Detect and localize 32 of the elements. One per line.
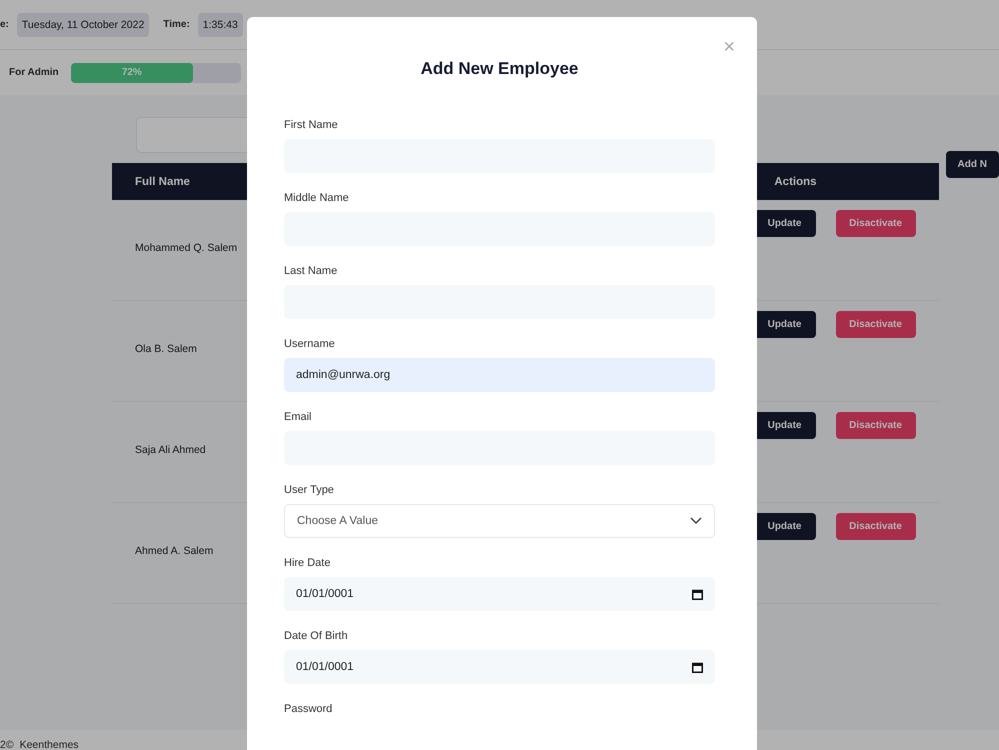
field-label: Date Of Birth <box>284 630 349 642</box>
input-field[interactable]: admin@unrwa.org <box>284 358 715 392</box>
table-cell: Saja Ali Ahmed <box>135 444 206 456</box>
table-cell: Ola B. Salem <box>135 343 197 355</box>
progress-reading: 72% <box>122 67 142 78</box>
date-field[interactable]: 01/01/0001 <box>284 650 715 684</box>
calendar-icon <box>692 662 703 672</box>
date-label: e: <box>0 19 9 30</box>
time-label: Time: <box>163 19 190 30</box>
modal-title: Add New Employee <box>420 59 580 79</box>
field-label: Middle Name <box>284 192 350 204</box>
field-label: User Type <box>284 484 335 496</box>
add-button[interactable]: Add N <box>946 151 999 178</box>
column-header: Full Name <box>135 176 190 188</box>
chevron-down-icon <box>690 517 702 525</box>
column-header: Actions <box>774 176 817 188</box>
footer-link[interactable]: Keenthemes <box>20 739 79 750</box>
field-label: Username <box>284 338 336 350</box>
progress-label: For Admin <box>9 67 59 78</box>
field-label: Last Name <box>284 265 338 277</box>
table-cell: Mohammed Q. Salem <box>135 242 238 254</box>
calendar-icon <box>692 588 703 600</box>
select-field[interactable]: Choose A Value <box>284 504 715 538</box>
date-field[interactable]: 01/01/0001 <box>284 577 715 611</box>
footer-year: 2© <box>0 739 14 750</box>
field-label: Hire Date <box>284 557 332 569</box>
table-cell: Ahmed A. Salem <box>135 545 214 557</box>
field-label: Email <box>284 411 313 423</box>
time-value: 1:35:43 <box>198 12 243 36</box>
field-label: Password <box>284 703 334 715</box>
date-value: Tuesday, 11 October 2022 <box>16 12 150 36</box>
field-label: First Name <box>284 119 339 131</box>
